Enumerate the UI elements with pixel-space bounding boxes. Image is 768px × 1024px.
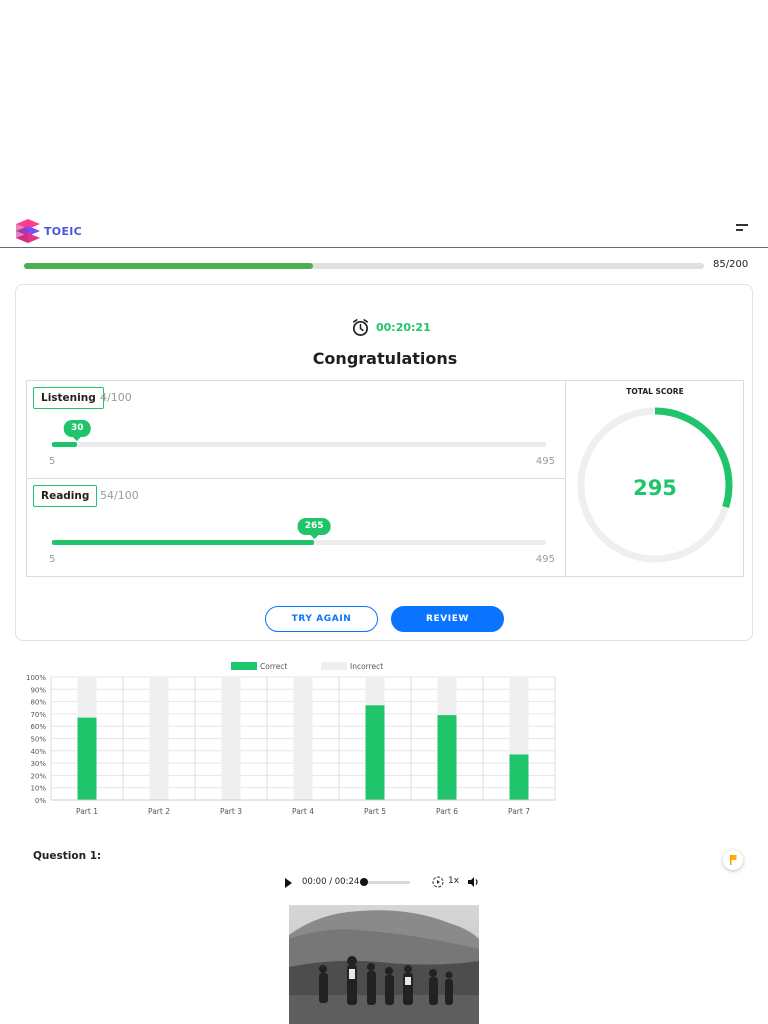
flag-button[interactable] <box>723 850 743 870</box>
chart-y-tick-label: 30% <box>30 760 46 768</box>
reading-score-bubble: 265 <box>297 518 331 539</box>
playback-rate[interactable]: 1x <box>448 876 459 886</box>
logo-text: TOEIC <box>44 225 83 238</box>
chart-bar-correct <box>509 754 529 800</box>
chart-legend-label: Incorrect <box>350 662 383 671</box>
reading-label: Reading <box>33 485 98 507</box>
audio-seek-handle[interactable] <box>360 878 368 886</box>
chart-x-tick-label: Part 1 <box>76 807 98 816</box>
reading-max: 495 <box>535 554 555 565</box>
chart-bar-correct <box>437 715 457 800</box>
hamburger-icon[interactable] <box>736 224 748 234</box>
reading-count: 54/100 <box>100 489 139 502</box>
reading-min: 5 <box>49 554 56 565</box>
reading-section: Reading 54/100 265 5 495 <box>27 479 565 577</box>
listening-score-track <box>52 442 546 447</box>
listening-section: Listening 4/100 30 5 495 <box>27 381 565 479</box>
listening-score-fill <box>52 442 78 447</box>
playback-speed-icon[interactable] <box>432 876 444 888</box>
listening-label: Listening <box>33 387 104 409</box>
audio-time: 00:00 / 00:24 <box>302 877 360 887</box>
logo[interactable]: TOEIC <box>14 218 94 244</box>
elapsed-time: 00:20:21 <box>376 320 431 334</box>
alarm-clock-icon <box>352 318 369 336</box>
chart-y-tick-label: 50% <box>30 736 46 744</box>
flag-icon <box>730 855 737 865</box>
score-summary: Listening 4/100 30 5 495 Reading 54/100 … <box>26 380 744 577</box>
app-header: TOEIC <box>0 212 768 248</box>
chart-y-tick-label: 40% <box>30 748 46 756</box>
chart-x-tick-label: Part 5 <box>364 807 386 816</box>
total-score-panel: TOTAL SCORE 295 <box>565 381 743 576</box>
question-photo <box>289 905 479 1024</box>
chart-y-tick-label: 80% <box>30 699 46 707</box>
part-results-chart-svg: 0% 10% 20% 30% 40% 50% 60% 70% 80% 90% 100% Part 1 P… <box>26 662 556 816</box>
chart-bar-incorrect <box>149 677 169 800</box>
result-card: 00:20:21 Congratulations Listening 4/100… <box>15 284 753 641</box>
chart-bar-correct <box>77 717 97 800</box>
play-icon[interactable] <box>285 878 292 888</box>
chart-y-tick-label: 90% <box>30 686 46 694</box>
chart-legend-swatch <box>321 662 347 670</box>
chart-bar-incorrect <box>77 677 97 718</box>
part-results-chart: 0% 10% 20% 30% 40% 50% 60% 70% 80% 90% 100% Part 1 P… <box>18 658 563 823</box>
answer-progress-bar <box>24 263 704 269</box>
chart-x-tick-label: Part 7 <box>508 807 530 816</box>
logo-mark-icon <box>16 219 40 243</box>
listening-max: 495 <box>535 456 555 467</box>
total-score-label: TOTAL SCORE <box>626 387 684 396</box>
listening-score-bubble: 30 <box>63 420 91 441</box>
chart-y-tick-label: 70% <box>30 711 46 719</box>
chart-x-tick-label: Part 3 <box>220 807 242 816</box>
try-again-button[interactable]: TRY AGAIN <box>265 606 378 632</box>
chart-y-tick-label: 100% <box>26 674 46 682</box>
question-photo-image <box>289 905 479 1024</box>
answer-progress-text: 85/200 <box>713 259 749 270</box>
question-title: Question 1: <box>33 850 102 862</box>
chart-bar-incorrect <box>437 677 457 716</box>
chart-bar-incorrect <box>365 677 385 706</box>
elapsed-timer: 00:20:21 <box>351 317 431 337</box>
chart-bar-incorrect <box>221 677 241 800</box>
result-title: Congratulations <box>312 349 458 368</box>
chart-y-tick-label: 0% <box>35 797 46 805</box>
chart-bar-incorrect <box>293 677 313 800</box>
chart-y-tick-label: 10% <box>30 785 46 793</box>
chart-x-tick-label: Part 4 <box>292 807 314 816</box>
listening-min: 5 <box>49 456 56 467</box>
total-score-value: 295 <box>633 476 677 500</box>
volume-icon[interactable] <box>467 876 480 888</box>
reading-score-track <box>52 540 546 545</box>
chart-y-tick-label: 20% <box>30 772 46 780</box>
review-button[interactable]: REVIEW <box>391 606 504 632</box>
chart-bar-incorrect <box>509 677 529 755</box>
audio-player: 00:00 / 00:24 1x <box>278 870 488 896</box>
chart-legend-swatch <box>231 662 257 670</box>
chart-x-tick-label: Part 2 <box>148 807 170 816</box>
chart-x-tick-label: Part 6 <box>436 807 458 816</box>
chart-y-tick-label: 60% <box>30 723 46 731</box>
answer-progress-fill <box>24 263 313 269</box>
chart-bar-correct <box>365 705 385 800</box>
chart-legend-label: Correct <box>260 662 287 671</box>
reading-score-fill <box>52 540 315 545</box>
listening-count: 4/100 <box>100 391 132 404</box>
